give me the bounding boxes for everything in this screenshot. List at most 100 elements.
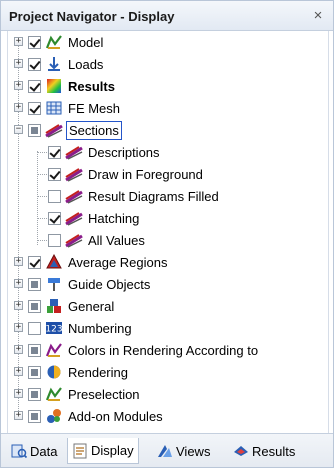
checkbox[interactable] (48, 233, 61, 247)
tab-label: Display (91, 443, 134, 458)
checkbox[interactable] (28, 299, 41, 313)
checkbox[interactable] (48, 211, 61, 225)
tree-item-all-values[interactable]: All Values (48, 229, 145, 251)
expand-loads[interactable]: + (14, 59, 23, 68)
sections-icon (65, 166, 83, 182)
tree-item-results[interactable]: Results (28, 75, 115, 97)
expand-colors[interactable]: + (14, 345, 23, 354)
project-navigator-panel: Project Navigator - Display × Model Load… (0, 0, 334, 468)
tree-item-sections[interactable]: Sections (28, 119, 122, 141)
checkbox[interactable] (48, 145, 61, 159)
expand-model[interactable]: + (14, 37, 23, 46)
sections-icon (65, 232, 83, 248)
tree-item-label: Draw in Foreground (88, 166, 203, 182)
checkbox[interactable] (28, 35, 41, 49)
tree-item-preselection[interactable]: Preselection (28, 383, 140, 405)
tree-item-label: Add-on Modules (68, 408, 163, 424)
tab-views[interactable]: Views (153, 438, 214, 464)
tree-item-hatching[interactable]: Hatching (48, 207, 139, 229)
loads-icon (45, 56, 63, 72)
fe-mesh-icon (45, 100, 63, 116)
general-icon (45, 298, 63, 314)
checkbox[interactable] (28, 57, 41, 71)
tree-item-label: Model (68, 34, 104, 50)
tree-item-label: FE Mesh (68, 100, 121, 116)
close-icon[interactable]: × (309, 7, 327, 25)
tree-item-label: Results (68, 78, 115, 94)
tree-item-model[interactable]: Model (28, 31, 103, 53)
tree-item-add-on-modules[interactable]: Add-on Modules (28, 405, 163, 427)
expand-rendering[interactable]: + (14, 367, 23, 376)
tree-item-numbering[interactable]: 123 Numbering (28, 317, 132, 339)
tree-connector (38, 152, 47, 153)
tree-item-general[interactable]: General (28, 295, 114, 317)
navigator-tree: Model Loads Results FE Mesh Sections Des… (7, 31, 329, 433)
checkbox[interactable] (28, 387, 41, 401)
data-icon (11, 443, 27, 459)
tab-label: Results (252, 443, 296, 459)
checkbox[interactable] (28, 365, 41, 379)
expand-fe-mesh[interactable]: + (14, 103, 23, 112)
navigator-tabs: Data Display Views Results (1, 433, 333, 467)
checkbox[interactable] (28, 101, 41, 115)
collapse-sections[interactable]: − (14, 125, 23, 134)
checkbox[interactable] (48, 167, 61, 181)
tree-item-label: Guide Objects (68, 276, 151, 292)
tree-item-label: Numbering (68, 320, 132, 336)
tab-results[interactable]: Results (229, 438, 299, 464)
tree-item-label: Preselection (68, 386, 140, 402)
expand-numbering[interactable]: + (14, 323, 23, 332)
expand-average-regions[interactable]: + (14, 257, 23, 266)
average-regions-icon (45, 254, 63, 270)
expand-guide-objects[interactable]: + (14, 279, 23, 288)
checkbox[interactable] (28, 277, 41, 291)
tree-item-colors-in-rendering[interactable]: Colors in Rendering According to (28, 339, 258, 361)
results-tab-icon (233, 443, 249, 459)
tree-item-average-regions[interactable]: Average Regions (28, 251, 168, 273)
checkbox[interactable] (28, 409, 41, 423)
expand-results[interactable]: + (14, 81, 23, 90)
checkbox[interactable] (48, 189, 61, 203)
checkbox[interactable] (28, 343, 41, 357)
colors-icon (45, 342, 63, 358)
addon-modules-icon (45, 408, 63, 424)
sections-icon (65, 144, 83, 160)
numbering-icon: 123 (45, 320, 63, 336)
tree-item-label: Hatching (88, 210, 140, 226)
tree-item-rendering[interactable]: Rendering (28, 361, 128, 383)
expand-add-on-modules[interactable]: + (14, 411, 23, 420)
tree-item-label: Average Regions (68, 254, 168, 270)
sections-icon (65, 188, 83, 204)
svg-text:123: 123 (45, 325, 62, 335)
display-icon (72, 443, 88, 459)
tree-connector (38, 196, 47, 197)
tree-item-loads[interactable]: Loads (28, 53, 103, 75)
expand-preselection[interactable]: + (14, 389, 23, 398)
tree-item-draw-in-foreground[interactable]: Draw in Foreground (48, 163, 203, 185)
tree-item-label: Loads (68, 56, 104, 72)
window-title: Project Navigator - Display (9, 9, 175, 24)
tree-item-result-diagrams-filled[interactable]: Result Diagrams Filled (48, 185, 219, 207)
tree-item-guide-objects[interactable]: Guide Objects (28, 273, 150, 295)
guide-objects-icon (45, 276, 63, 292)
checkbox[interactable] (28, 79, 41, 93)
checkbox[interactable] (28, 321, 41, 335)
tab-label: Views (176, 443, 211, 459)
tab-display[interactable]: Display (67, 438, 139, 464)
tree-connector (38, 240, 47, 241)
preselection-icon (45, 386, 63, 402)
sections-icon (45, 122, 63, 138)
tree-item-label: Colors in Rendering According to (68, 342, 259, 358)
checkbox[interactable] (28, 255, 41, 269)
checkbox[interactable] (28, 123, 41, 137)
tab-data[interactable]: Data (7, 438, 61, 464)
tree-connector (38, 218, 47, 219)
tree-item-label: All Values (88, 232, 145, 248)
tree-item-descriptions[interactable]: Descriptions (48, 141, 160, 163)
tree-item-fe-mesh[interactable]: FE Mesh (28, 97, 120, 119)
results-icon (45, 78, 63, 94)
expand-general[interactable]: + (14, 301, 23, 310)
title-bar: Project Navigator - Display × (1, 1, 333, 31)
sections-icon (65, 210, 83, 226)
tree-item-label: General (68, 298, 115, 314)
